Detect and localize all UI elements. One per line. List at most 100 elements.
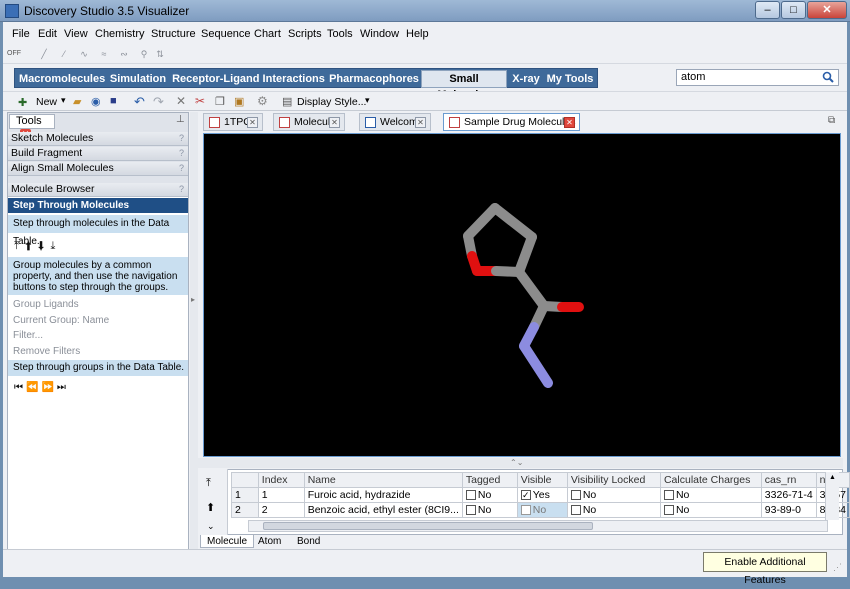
ring-tool-icon[interactable]: ≈ bbox=[97, 48, 111, 60]
visible-checkbox[interactable]: ✓ bbox=[520, 490, 531, 501]
locked-checkbox[interactable] bbox=[570, 490, 581, 501]
molecule-3d-viewer[interactable] bbox=[203, 133, 841, 457]
horizontal-scrollbar[interactable] bbox=[248, 520, 828, 532]
visible-cell[interactable]: ✓ Yes bbox=[516, 487, 568, 503]
charges-checkbox[interactable] bbox=[663, 505, 674, 516]
filter-link[interactable]: Filter... bbox=[8, 330, 188, 341]
last-icon[interactable]: ⤓ bbox=[51, 240, 62, 252]
section-align-small-molecules[interactable]: Align Small Molecules? bbox=[8, 162, 188, 176]
tab-bond[interactable]: Bond bbox=[291, 535, 326, 548]
tagged-checkbox[interactable] bbox=[465, 505, 476, 516]
tab-xray[interactable]: X-ray bbox=[509, 71, 543, 87]
undo-icon[interactable]: ↶ bbox=[134, 94, 145, 110]
remove-filters-link[interactable]: Remove Filters bbox=[8, 346, 188, 357]
maximize-button[interactable]: □ bbox=[781, 1, 806, 19]
display-style-icon[interactable]: ▤ bbox=[282, 95, 292, 108]
table-row[interactable]: 2 2 Benzoic acid, ethyl ester (8CI9... N… bbox=[231, 502, 850, 518]
help-icon[interactable]: ? bbox=[179, 147, 184, 160]
close-icon[interactable]: ✕ bbox=[329, 117, 340, 128]
resize-grip-icon[interactable]: ⋰ bbox=[833, 562, 842, 573]
column-header[interactable]: Visible bbox=[516, 472, 568, 488]
close-icon[interactable]: ✕ bbox=[564, 117, 575, 128]
table-row[interactable]: 1 1 Furoic acid, hydrazide No ✓ Yes No No… bbox=[231, 487, 850, 503]
charges-cell[interactable]: No bbox=[659, 487, 762, 503]
charges-checkbox[interactable] bbox=[663, 490, 674, 501]
menu-chart[interactable]: Chart bbox=[254, 28, 281, 40]
tab-macromolecules[interactable]: Macromolecules bbox=[19, 71, 105, 87]
new-button[interactable]: New bbox=[36, 96, 57, 108]
previous-icon[interactable]: ⬆ bbox=[25, 240, 38, 252]
restore-view-icon[interactable]: ⧉ bbox=[828, 115, 835, 126]
cut-icon[interactable]: ✂ bbox=[195, 94, 205, 108]
tagged-checkbox[interactable] bbox=[465, 490, 476, 501]
first-row-icon[interactable]: ⤒ bbox=[206, 477, 211, 490]
group-ligands-link[interactable]: Group Ligands bbox=[8, 299, 188, 310]
name-cell[interactable]: Benzoic acid, ethyl ester (8CI9... bbox=[303, 502, 463, 518]
panel-splitter[interactable]: ▸ bbox=[190, 112, 198, 549]
column-header[interactable]: Index bbox=[257, 472, 305, 488]
previous-group-icon[interactable]: ⏪ bbox=[26, 382, 41, 393]
scroll-up-icon[interactable]: ▲ bbox=[829, 474, 836, 481]
tab-receptor-ligand[interactable]: Receptor-Ligand Interactions bbox=[171, 71, 326, 87]
splitter-arrows-icon[interactable]: ⌃⌄ bbox=[510, 458, 523, 467]
scroll-thumb[interactable] bbox=[263, 522, 593, 530]
display-style-dropdown-icon[interactable]: ▾ bbox=[365, 95, 370, 106]
column-header[interactable]: Name bbox=[303, 472, 463, 488]
previous-row-icon[interactable]: ⬆ bbox=[206, 501, 215, 514]
bond-tool-icon[interactable]: ⁄ bbox=[57, 48, 71, 60]
tagged-cell[interactable]: No bbox=[461, 487, 518, 503]
search-icon[interactable] bbox=[822, 71, 834, 83]
copy-icon[interactable]: ❐ bbox=[215, 95, 225, 108]
display-style-button[interactable]: Display Style... bbox=[297, 96, 366, 108]
close-window-button[interactable]: ✕ bbox=[807, 1, 847, 19]
line-tool-icon[interactable]: ╱ bbox=[37, 48, 51, 60]
viewer-table-splitter[interactable]: ⌃⌄ bbox=[198, 458, 843, 468]
last-group-icon[interactable]: ⏭ bbox=[57, 382, 69, 393]
tools-tab[interactable]: Tools✕ bbox=[9, 114, 55, 140]
section-molecule-browser[interactable]: Molecule Browser? bbox=[8, 183, 188, 197]
minimize-button[interactable]: – bbox=[755, 1, 780, 19]
doc-tab-sample-drug-molecules[interactable]: Sample Drug Molecules ✕ bbox=[443, 113, 580, 131]
locked-cell[interactable]: No bbox=[566, 502, 661, 518]
doc-tab-welcome[interactable]: Welcome ✕ bbox=[359, 113, 431, 131]
wave-tool-icon[interactable]: ∾ bbox=[117, 48, 131, 60]
wand-tool-icon[interactable]: ⚲ bbox=[137, 48, 151, 60]
menu-structure[interactable]: Structure bbox=[151, 28, 196, 40]
tab-small-molecules[interactable]: Small Molecules bbox=[421, 70, 507, 101]
close-icon[interactable]: ✕ bbox=[415, 117, 426, 128]
column-header[interactable]: cas_rn bbox=[760, 472, 817, 488]
column-header[interactable]: Visibility Locked bbox=[566, 472, 661, 488]
arrows-tool-icon[interactable]: ⇅ bbox=[153, 48, 167, 60]
menu-chemistry[interactable]: Chemistry bbox=[95, 28, 145, 40]
help-icon[interactable]: ? bbox=[179, 132, 184, 145]
gear-icon[interactable]: ⚙ bbox=[257, 94, 268, 108]
tab-my-tools[interactable]: My Tools bbox=[545, 71, 595, 87]
section-sketch-molecules[interactable]: Sketch Molecules? bbox=[8, 132, 188, 146]
menu-sequence[interactable]: Sequence bbox=[201, 28, 251, 40]
name-cell[interactable]: Furoic acid, hydrazide bbox=[303, 487, 463, 503]
menu-view[interactable]: View bbox=[64, 28, 88, 40]
pin-icon[interactable]: ⊥ bbox=[176, 114, 185, 125]
tab-molecule[interactable]: Molecule bbox=[200, 535, 255, 548]
menu-edit[interactable]: Edit bbox=[38, 28, 57, 40]
doc-tab-molecule[interactable]: Molecule ✕ bbox=[273, 113, 345, 131]
first-group-icon[interactable]: ⏮ bbox=[14, 382, 26, 393]
more-icon[interactable]: ⌄ bbox=[207, 521, 215, 532]
menu-help[interactable]: Help bbox=[406, 28, 429, 40]
redo-icon[interactable]: ↷ bbox=[153, 94, 164, 110]
locked-checkbox[interactable] bbox=[570, 505, 581, 516]
collapse-arrow-icon[interactable]: ▸ bbox=[191, 295, 195, 304]
first-icon[interactable]: ⤒ bbox=[14, 240, 25, 252]
locked-cell[interactable]: No bbox=[566, 487, 661, 503]
open-folder-icon[interactable]: ▰ bbox=[73, 95, 81, 108]
off-label[interactable]: OFF bbox=[7, 48, 21, 60]
paste-icon[interactable]: ▣ bbox=[234, 95, 244, 108]
enable-features-button[interactable]: Enable Additional Features bbox=[703, 552, 827, 586]
column-header[interactable]: Calculate Charges bbox=[659, 472, 762, 488]
tagged-cell[interactable]: No bbox=[461, 502, 518, 518]
section-build-fragment[interactable]: Build Fragment? bbox=[8, 147, 188, 161]
doc-tab-1tpo[interactable]: 1TPO ✕ bbox=[203, 113, 263, 131]
next-icon[interactable]: ⬇ bbox=[38, 240, 51, 252]
close-icon[interactable]: ✕ bbox=[247, 117, 258, 128]
charges-cell[interactable]: No bbox=[659, 502, 762, 518]
